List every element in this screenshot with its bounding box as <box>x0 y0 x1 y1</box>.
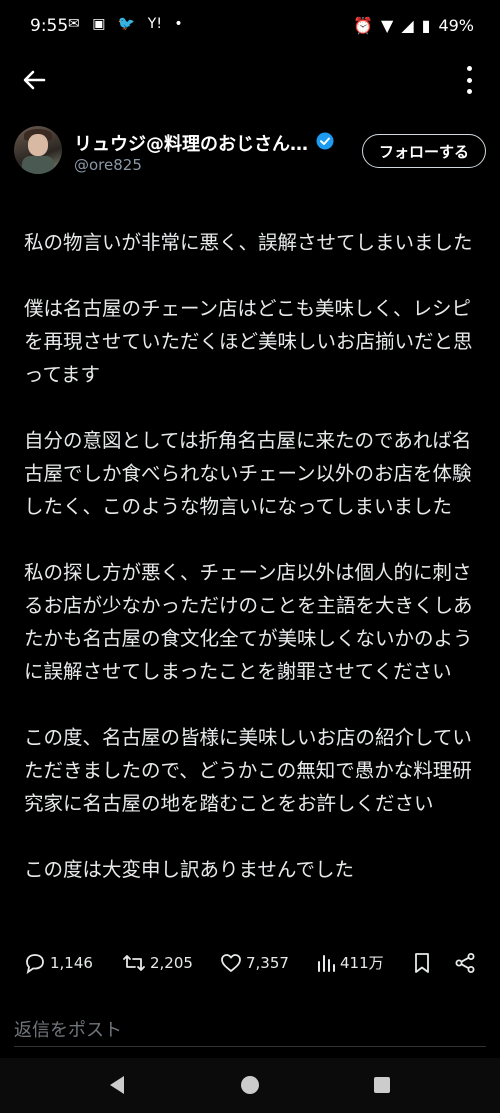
display-name[interactable]: リュウジ@料理のおじさん… <box>74 130 308 156</box>
status-bar: 9:55 ✉ ▣ 🐦 Y! • ⏰ ▼ ◢ ▮ 49% <box>0 0 500 52</box>
notification-icons: ✉ ▣ 🐦 Y! • <box>68 16 191 32</box>
reply-button[interactable]: 1,146 <box>24 952 93 974</box>
nav-back-icon[interactable] <box>110 1076 124 1094</box>
nav-recents-icon[interactable] <box>374 1077 390 1093</box>
mail-icon: ✉ <box>68 16 80 32</box>
dot-icon: • <box>174 16 183 32</box>
status-time: 9:55 <box>30 16 69 36</box>
heart-icon <box>221 954 241 972</box>
signal-icon: ◢ <box>401 16 414 35</box>
bookmark-icon <box>415 953 429 973</box>
reply-icon <box>26 954 44 974</box>
reply-count: 1,146 <box>50 954 93 972</box>
reply-placeholder: 返信をポスト <box>14 1020 122 1041</box>
bird-icon: 🐦 <box>117 16 136 32</box>
share-icon <box>455 953 475 973</box>
share-button[interactable] <box>454 952 476 974</box>
post-paragraph: 私の物言いが非常に悪く、誤解させてしまいました <box>24 231 473 254</box>
post-paragraph: 自分の意図としては折角名古屋に来たのであれば名古屋でしか食べられないチェーン以外… <box>24 429 472 518</box>
post-paragraph: この度、名古屋の皆様に美味しいお店の紹介していただきましたので、どうかこの無知で… <box>24 726 472 815</box>
repost-button[interactable]: 2,205 <box>122 952 193 974</box>
nav-home-icon[interactable] <box>241 1076 259 1094</box>
system-nav-bar <box>0 1058 500 1113</box>
post-paragraph: この度は大変申し訳ありませんでした <box>24 858 354 881</box>
post-author: リュウジ@料理のおじさん… @ore825 フォローする <box>14 126 486 178</box>
system-icons: ⏰ ▼ ◢ ▮ 49% <box>353 16 474 35</box>
more-button[interactable] <box>462 66 476 94</box>
battery-level: 49% <box>438 16 474 35</box>
app-icon: ▣ <box>92 16 106 32</box>
repost-icon <box>123 955 145 971</box>
views-button[interactable]: 411万 <box>316 952 384 973</box>
wifi-icon: ▼ <box>381 16 394 35</box>
more-vertical-icon <box>466 66 472 71</box>
post-paragraph: 私の探し方が悪く、チェーン店以外は個人的に刺さるお店が少なかっただけのことを主語… <box>24 561 473 683</box>
back-button[interactable] <box>20 66 48 94</box>
handle[interactable]: @ore825 <box>74 156 142 174</box>
battery-icon: ▮ <box>421 16 431 35</box>
avatar[interactable] <box>14 126 62 174</box>
follow-button[interactable]: フォローする <box>362 134 486 168</box>
like-button[interactable]: 7,357 <box>220 952 289 974</box>
post-paragraph: 僕は名古屋のチェーン店はどこも美味しく、レシピを再現させていただくほど美味しいお… <box>24 297 473 386</box>
reply-input[interactable]: 返信をポスト <box>14 1012 486 1047</box>
yahoo-icon: Y! <box>147 16 162 32</box>
alarm-icon: ⏰ <box>353 16 373 35</box>
views-icon <box>318 954 335 972</box>
post-text: 私の物言いが非常に悪く、誤解させてしまいました 僕は名古屋のチェーン店はどこも美… <box>24 226 484 919</box>
top-bar <box>0 54 500 104</box>
action-bar: 1,146 2,205 7,357 411万 <box>24 952 480 982</box>
like-count: 7,357 <box>246 954 289 972</box>
views-count: 411万 <box>340 954 384 972</box>
verified-badge-icon <box>316 132 334 150</box>
arrow-left-icon <box>23 70 46 90</box>
bookmark-button[interactable] <box>412 952 432 974</box>
repost-count: 2,205 <box>150 954 193 972</box>
